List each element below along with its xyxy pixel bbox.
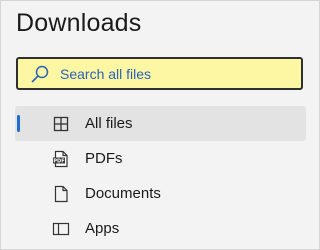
downloads-panel: Downloads All files <box>0 0 320 250</box>
document-icon <box>52 185 70 203</box>
svg-text:PDF: PDF <box>53 158 64 164</box>
nav-item-all-files[interactable]: All files <box>15 106 306 141</box>
nav-item-label: Documents <box>85 185 161 202</box>
nav-item-label: All files <box>85 115 133 132</box>
grid-icon <box>52 115 70 133</box>
file-type-nav: All files PDF PDFs Documents Apps <box>15 106 306 246</box>
app-window-icon <box>52 220 70 238</box>
pdf-file-icon: PDF <box>52 150 70 168</box>
nav-item-documents[interactable]: Documents <box>15 176 306 211</box>
nav-item-apps[interactable]: Apps <box>15 211 306 246</box>
search-input[interactable] <box>60 65 290 82</box>
nav-item-pdfs[interactable]: PDF PDFs <box>15 141 306 176</box>
selection-indicator <box>17 115 20 132</box>
search-icon <box>30 64 50 84</box>
search-box[interactable] <box>16 57 303 90</box>
nav-item-label: PDFs <box>85 150 123 167</box>
page-title: Downloads <box>16 9 142 37</box>
nav-item-label: Apps <box>85 220 120 237</box>
